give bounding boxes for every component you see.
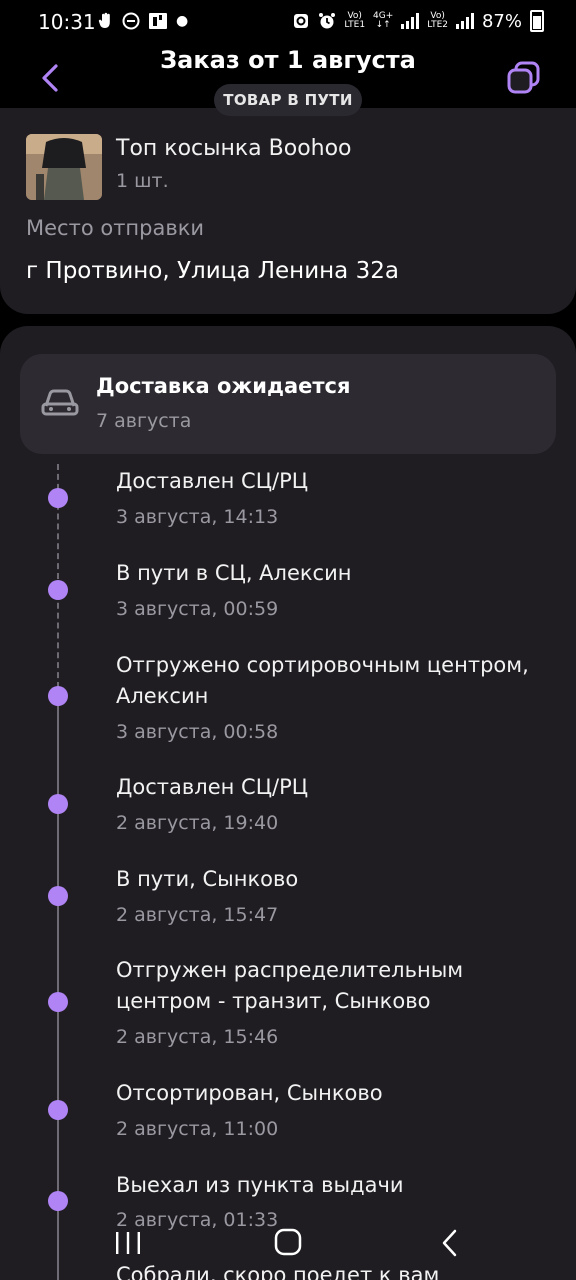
header: Заказ от 1 августа ТОВАР В ПУТИ — [0, 40, 576, 120]
recycle-icon — [294, 14, 309, 28]
signal-1-icon — [401, 13, 420, 29]
timeline-dot — [48, 488, 68, 508]
hand-icon — [98, 12, 110, 28]
product-name[interactable]: Топ косынка Boohoo — [116, 136, 352, 161]
event-time: 3 августа, 14:13 — [116, 506, 279, 528]
event-title: Выехал из пункта выдачи — [116, 1173, 404, 1197]
event-time: 2 августа, 11:00 — [116, 1118, 279, 1140]
home-icon[interactable] — [274, 1228, 302, 1256]
event-title: В пути, Сынково — [116, 867, 299, 891]
alarm-icon — [319, 13, 336, 29]
do-not-disturb-icon — [122, 12, 140, 30]
product-quantity: 1 шт. — [116, 170, 169, 192]
notification-icons: ● — [98, 12, 188, 30]
delivery-title: Доставка ожидается — [96, 374, 351, 398]
sim2-label: Vo) LTE2 — [427, 11, 448, 30]
app-notification-icon — [149, 13, 167, 29]
event-time: 2 августа, 19:40 — [116, 812, 279, 834]
system-nav-bar — [0, 1220, 576, 1280]
event-title: Отгружен распределительным центром - тра… — [116, 958, 464, 1013]
timeline-dot — [48, 794, 68, 814]
copy-icon[interactable] — [506, 60, 542, 96]
page-title: Заказ от 1 августа — [160, 46, 416, 74]
system-icons: Vo) LTE1 4G+ ↓↑ Vo) LTE2 87% — [292, 10, 544, 32]
timeline-dot — [48, 992, 68, 1012]
timeline-dot — [48, 886, 68, 906]
timeline-dot — [48, 686, 68, 706]
delivery-date: 7 августа — [96, 410, 192, 432]
product-image[interactable] — [26, 134, 102, 200]
screen: 10:31 ● Vo) LTE1 4G+ ↓↑ Vo) LTE2 87% Топ… — [0, 0, 576, 1280]
order-status-badge: ТОВАР В ПУТИ — [214, 84, 362, 116]
event-title: Отсортирован, Сынково — [116, 1081, 383, 1105]
signal-2-icon — [455, 13, 474, 29]
shipping-origin-label: Место отправки — [26, 216, 205, 240]
nav-back-icon[interactable] — [440, 1228, 460, 1258]
dot-icon: ● — [176, 13, 189, 29]
network-type: 4G+ ↓↑ — [373, 11, 394, 30]
status-time: 10:31 — [38, 10, 96, 34]
event-time: 2 августа, 15:47 — [116, 904, 279, 926]
recents-icon[interactable] — [114, 1230, 142, 1256]
event-title: Отгружено сортировочным центром, Алексин — [116, 653, 529, 708]
timeline-dot — [48, 580, 68, 600]
event-title: Доставлен СЦ/РЦ — [116, 469, 309, 493]
event-time: 2 августа, 15:46 — [116, 1026, 279, 1048]
battery-icon — [530, 10, 544, 32]
event-time: 3 августа, 00:58 — [116, 721, 279, 743]
delivery-estimate: Доставка ожидается 7 августа — [20, 354, 556, 454]
battery-percent: 87% — [481, 10, 522, 32]
product-photo — [26, 134, 102, 200]
product-card: Топ косынка Boohoo 1 шт. Место отправки … — [0, 108, 576, 314]
car-icon — [41, 389, 79, 416]
timeline-dot — [48, 1191, 68, 1211]
shipping-origin-value: г Протвино, Улица Ленина 32а — [26, 258, 399, 284]
event-title: В пути в СЦ, Алексин — [116, 561, 352, 585]
sim1-label: Vo) LTE1 — [344, 11, 366, 30]
timeline-dot — [48, 1100, 68, 1120]
event-title: Доставлен СЦ/РЦ — [116, 775, 309, 799]
event-time: 3 августа, 00:59 — [116, 598, 279, 620]
